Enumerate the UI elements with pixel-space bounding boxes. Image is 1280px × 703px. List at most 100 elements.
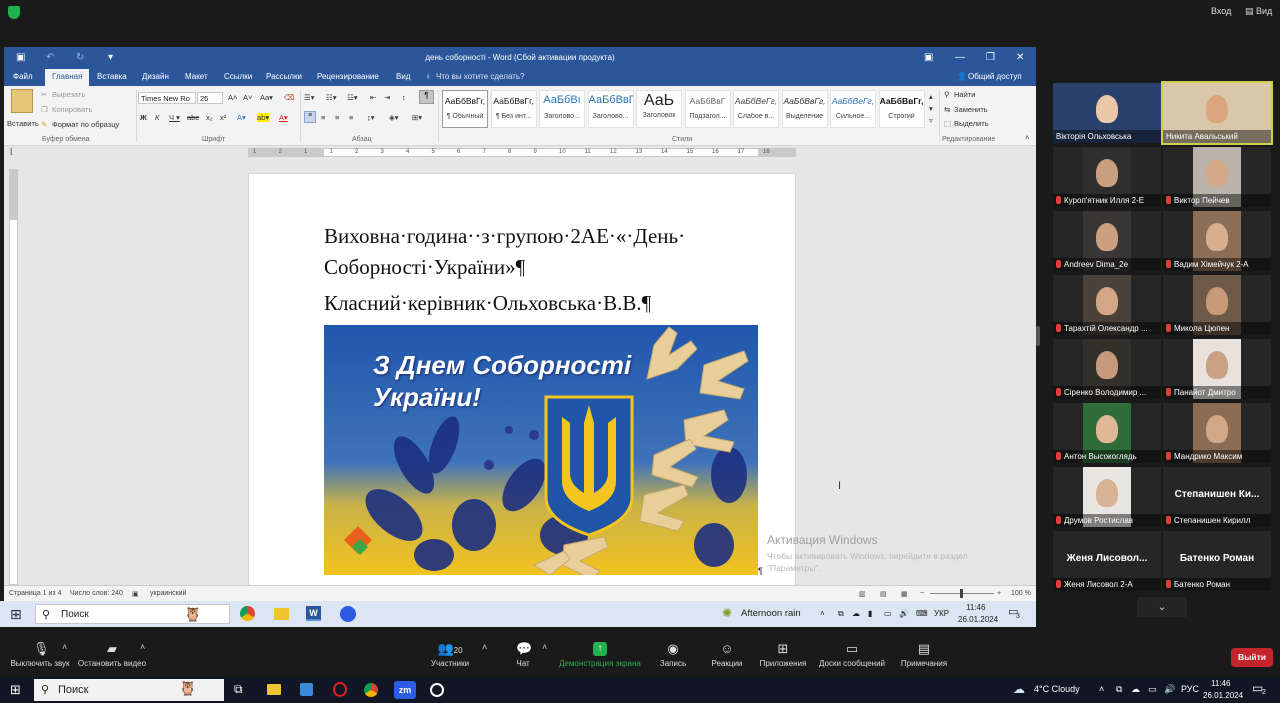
share-button[interactable]: Общий доступ	[968, 72, 1022, 81]
word-count[interactable]: Число слов: 240	[70, 590, 123, 597]
borders-icon[interactable]: ⊞▾	[412, 113, 422, 122]
pilcrow-icon[interactable]: ¶	[419, 90, 434, 104]
doc-heading-line-2[interactable]: Соборності·України»¶	[324, 255, 525, 280]
tab-mailings[interactable]: Рассылки	[266, 72, 302, 81]
participant-tile[interactable]: Мандрико Максим	[1163, 403, 1271, 463]
find-icon[interactable]: ⚲	[944, 90, 950, 99]
tray-mic-icon[interactable]: ▮	[868, 609, 872, 618]
weather-text[interactable]: Afternoon rain	[741, 608, 801, 619]
restore-icon[interactable]: ❐	[986, 52, 995, 63]
align-left-icon[interactable]: ≡	[304, 111, 316, 123]
participant-tile[interactable]: Микола Цюпен	[1163, 275, 1271, 335]
participant-tile[interactable]: Батенко Роман Батенко Роман	[1163, 531, 1271, 591]
outer-taskbar-search[interactable]: ⚲ Поиск 🦉	[34, 679, 224, 701]
outer-tray-expand-icon[interactable]: ˄	[1099, 684, 1104, 694]
replace-icon[interactable]: ⇆	[944, 105, 950, 114]
participant-tile[interactable]: Виктор Пейчев	[1163, 147, 1271, 207]
subscript-icon[interactable]: x₂	[206, 113, 213, 122]
style-6[interactable]: АаБбВвГ Подзагол...	[684, 90, 731, 128]
superscript-icon[interactable]: x²	[220, 113, 226, 122]
tab-view[interactable]: Вид	[396, 72, 410, 81]
participant-tile[interactable]: Andreev Dima_2e	[1053, 211, 1161, 271]
select-button[interactable]: Выделить	[954, 119, 989, 128]
close-icon[interactable]: ✕	[1016, 52, 1024, 63]
tab-references[interactable]: Ссылки	[224, 72, 252, 81]
justify-icon[interactable]: ≡	[349, 113, 353, 122]
outer-explorer-icon[interactable]	[267, 684, 281, 695]
input-language[interactable]: УКР	[934, 609, 949, 618]
doc-heading-line-1[interactable]: Виховна·година··з·групою·2АЕ·«·День·	[324, 224, 685, 249]
paste-button[interactable]: Вставить	[7, 119, 39, 128]
tray-cloud-icon[interactable]: ☁	[852, 609, 860, 618]
tell-me-input[interactable]: Что вы хотите сделать?	[436, 72, 524, 81]
participant-tile[interactable]: Панайот Дмитро	[1163, 339, 1271, 399]
tray-volume-icon[interactable]: 🔊	[899, 609, 909, 618]
bullets-icon[interactable]: ☰▾	[304, 93, 315, 102]
collapse-ribbon-icon[interactable]: ˄	[1025, 133, 1029, 142]
language-indicator[interactable]: украинский	[150, 590, 187, 597]
style-4[interactable]: АаБбВвГ Заголово...	[587, 90, 634, 128]
outer-tray-network-icon[interactable]: ⧉	[1116, 684, 1122, 695]
ribbon-display-icon[interactable]: ▣	[924, 52, 933, 63]
apps-button[interactable]: ⊞ Приложения	[743, 640, 823, 669]
chrome-icon[interactable]	[240, 606, 255, 621]
tray-network-icon[interactable]: ⧉	[838, 609, 844, 619]
font-name-select[interactable]: Times New Ro	[138, 92, 196, 104]
signin-link[interactable]: Вход	[1211, 6, 1231, 16]
horizontal-ruler[interactable]: 1 2 1 1 2 3 4 5 6 7 8 9 10 11 12 13 14 15 16 17 18	[248, 148, 796, 157]
web-layout-icon[interactable]: ▦	[901, 590, 908, 598]
view-icon[interactable]: ▤	[1245, 6, 1254, 17]
select-icon[interactable]: ⬚	[944, 119, 951, 128]
align-center-icon[interactable]: ≡	[321, 113, 325, 122]
tray-expand-icon[interactable]: ˄	[820, 609, 825, 618]
mute-button[interactable]: 🎙 Выключить звук	[0, 640, 80, 669]
increase-indent-icon[interactable]: ⇥	[384, 93, 390, 102]
align-right-icon[interactable]: ≡	[335, 113, 339, 122]
taskbar-date[interactable]: 26.01.2024	[958, 615, 998, 624]
zoom-level[interactable]: 100 %	[1011, 590, 1031, 597]
page-count[interactable]: Страница 1 из 4	[9, 590, 61, 597]
outer-tray-cloud-icon[interactable]: ☁	[1131, 684, 1140, 695]
chat-chevron-icon[interactable]: ˄	[542, 642, 547, 652]
audio-options-chevron-icon[interactable]: ˄	[62, 642, 67, 652]
task-view-icon[interactable]: ⧉	[234, 682, 243, 697]
outer-start-icon[interactable]: ⊞	[10, 682, 21, 698]
sort-icon[interactable]: ↕	[402, 93, 406, 102]
tray-battery-icon[interactable]: ▭	[884, 609, 892, 618]
style-9[interactable]: АаБбВеГг, Сильное...	[830, 90, 876, 128]
taskbar-time[interactable]: 11:46	[966, 603, 985, 612]
shrink-font-icon[interactable]: A˅	[243, 93, 252, 102]
strikethrough-icon[interactable]: abc	[187, 113, 199, 122]
font-color-icon[interactable]: A▾	[279, 113, 288, 122]
whiteboards-button[interactable]: ▭ Доски сообщений	[812, 640, 892, 669]
outer-chrome-icon[interactable]	[364, 683, 378, 697]
styles-more-icon[interactable]: ▿	[929, 116, 933, 125]
styles-scroll-up-icon[interactable]: ▴	[929, 92, 933, 101]
store-icon[interactable]	[300, 683, 313, 696]
line-spacing-icon[interactable]: ↨▾	[367, 113, 375, 122]
clear-formatting-icon[interactable]: ⌫	[284, 93, 295, 102]
tray-keyboard-icon[interactable]: ⌨	[916, 609, 928, 618]
tab-insert[interactable]: Вставка	[97, 72, 127, 81]
cut-button[interactable]: Вырезать	[52, 90, 85, 99]
outer-taskbar-date[interactable]: 26.01.2024	[1203, 691, 1243, 700]
brush-icon[interactable]: ✎	[41, 120, 47, 129]
explorer-icon[interactable]	[274, 608, 289, 620]
find-button[interactable]: Найти	[954, 90, 975, 99]
format-painter-button[interactable]: Формат по образцу	[52, 120, 119, 129]
replace-button[interactable]: Заменить	[954, 105, 988, 114]
windows-start-icon[interactable]: ⊞	[10, 606, 22, 623]
outer-input-language[interactable]: РУС	[1181, 684, 1199, 694]
paste-clipboard-icon[interactable]	[11, 89, 33, 113]
font-size-select[interactable]: 26	[197, 92, 223, 104]
style-2[interactable]: АаБбВвГг, ¶ Без инт...	[490, 90, 537, 128]
participant-tile[interactable]: Степанишен Ки... Степанишен Кирилл	[1163, 467, 1271, 527]
participant-tile[interactable]: Друмов Ростислав	[1053, 467, 1161, 527]
underline-icon[interactable]: Ч ▾	[169, 113, 180, 122]
grow-font-icon[interactable]: A˄	[228, 93, 237, 102]
highlight-icon[interactable]: ab▾	[257, 113, 270, 122]
bold-icon[interactable]: Ж	[140, 113, 147, 122]
tab-file[interactable]: Файл	[13, 72, 33, 81]
outer-weather-text[interactable]: 4°C Cloudy	[1034, 684, 1080, 694]
participant-tile[interactable]: Антон Высокоглядь	[1053, 403, 1161, 463]
